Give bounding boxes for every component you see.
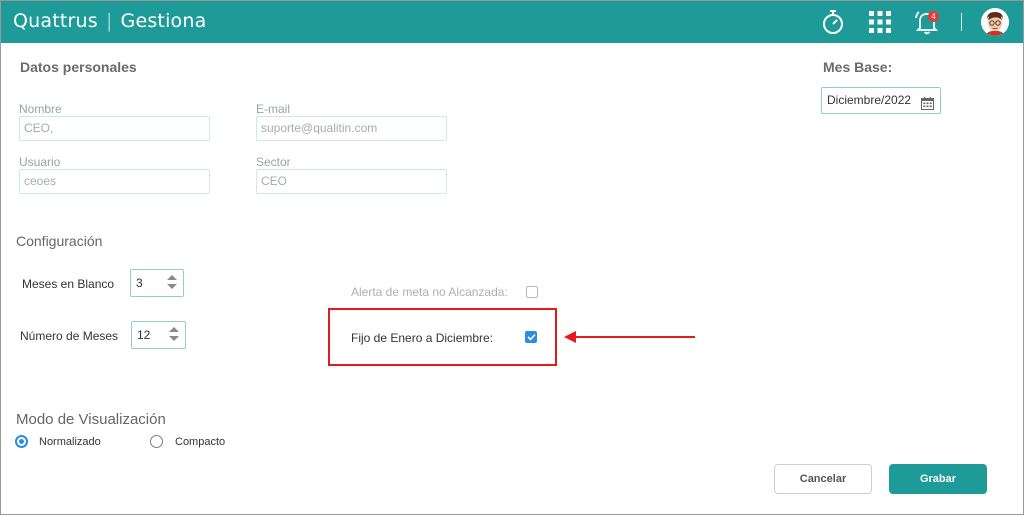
calendar-icon[interactable]	[921, 94, 934, 119]
meses-blanco-value: 3	[136, 276, 143, 290]
decrement-icon[interactable]	[167, 284, 177, 289]
personal-data-title: Datos personales	[20, 59, 137, 75]
annotation-arrow-icon	[564, 331, 695, 343]
meses-blanco-label: Meses en Blanco	[22, 277, 115, 291]
alerta-meta-label: Alerta de meta no Alcanzada:	[351, 285, 508, 299]
app-window: Quattrus | Gestiona 4 Datos personales N…	[0, 0, 1024, 515]
radio-normalizado[interactable]	[15, 435, 28, 448]
radio-compacto-label[interactable]: Compacto	[175, 436, 225, 448]
brand-logo[interactable]: Quattrus | Gestiona	[13, 10, 206, 32]
avatar[interactable]	[981, 8, 1009, 36]
sector-field: CEO	[256, 169, 447, 194]
stopwatch-icon[interactable]	[819, 8, 847, 36]
modo-visualizacion-title: Modo de Visualización	[16, 411, 166, 428]
config-title: Configuración	[16, 233, 103, 249]
fijo-enero-checkbox[interactable]	[525, 331, 537, 343]
mes-base-input[interactable]: Diciembre/2022	[821, 87, 941, 114]
alerta-meta-checkbox[interactable]	[526, 286, 538, 298]
email-label: E-mail	[256, 102, 291, 116]
sector-label: Sector	[256, 155, 291, 169]
stepper-arrows[interactable]	[167, 275, 177, 289]
stepper-arrows[interactable]	[169, 327, 179, 341]
brand-separator: |	[105, 10, 113, 32]
mes-base-title: Mes Base:	[823, 59, 893, 75]
nombre-field: CEO,	[19, 116, 210, 141]
check-icon	[526, 333, 536, 341]
brand-name-right: Gestiona	[120, 10, 207, 32]
radio-compacto[interactable]	[150, 435, 163, 448]
decrement-icon[interactable]	[169, 336, 179, 341]
nombre-label: Nombre	[19, 102, 62, 116]
top-bar: Quattrus | Gestiona 4	[1, 1, 1023, 43]
numero-meses-value: 12	[137, 328, 151, 342]
numero-meses-label: Número de Meses	[20, 329, 119, 343]
mes-base-value: Diciembre/2022	[827, 93, 912, 107]
fijo-enero-label: Fijo de Enero a Diciembre:	[351, 331, 494, 345]
radio-normalizado-label[interactable]: Normalizado	[39, 436, 101, 448]
apps-grid-icon[interactable]	[866, 8, 894, 36]
notification-badge: 4	[928, 11, 939, 22]
usuario-label: Usuario	[19, 155, 61, 169]
email-field: suporte@qualitin.com	[256, 116, 447, 141]
increment-icon[interactable]	[167, 275, 177, 280]
brand-name-left: Quattrus	[13, 10, 98, 32]
meses-blanco-stepper[interactable]: 3	[130, 269, 184, 297]
header-divider	[961, 13, 962, 31]
numero-meses-stepper[interactable]: 12	[131, 321, 186, 349]
bell-icon[interactable]: 4	[913, 8, 941, 36]
increment-icon[interactable]	[169, 327, 179, 332]
cancel-button[interactable]: Cancelar	[774, 464, 872, 494]
usuario-field: ceoes	[19, 169, 210, 194]
save-button[interactable]: Grabar	[889, 464, 987, 494]
